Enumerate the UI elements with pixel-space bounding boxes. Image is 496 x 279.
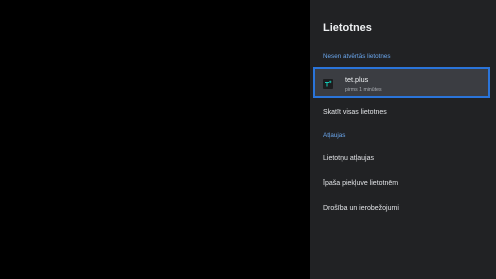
- panel-title: Lietotnes: [323, 22, 372, 34]
- content-backdrop: [0, 0, 310, 279]
- permissions-header: Atļaujas: [323, 132, 346, 139]
- app-name: tet.plus: [345, 75, 369, 84]
- recent-app-tet-plus[interactable]: tet.plus pirms 1 minūtes: [313, 67, 490, 98]
- app-last-opened: pirms 1 minūtes: [345, 87, 382, 93]
- recent-apps-header: Nesen atvērtās lietotnes: [323, 53, 391, 60]
- see-all-apps-item[interactable]: Skatīt visas lietotnes: [323, 109, 387, 116]
- settings-side-panel: Lietotnes Nesen atvērtās lietotnes tet.p…: [310, 0, 496, 279]
- security-restrictions-item[interactable]: Drošība un ierobežojumi: [323, 205, 399, 212]
- app-permissions-item[interactable]: Lietotņu atļaujas: [323, 155, 374, 162]
- tet-plus-app-icon: [323, 79, 333, 89]
- special-app-access-item[interactable]: Īpaša piekļuve lietotnēm: [323, 180, 398, 187]
